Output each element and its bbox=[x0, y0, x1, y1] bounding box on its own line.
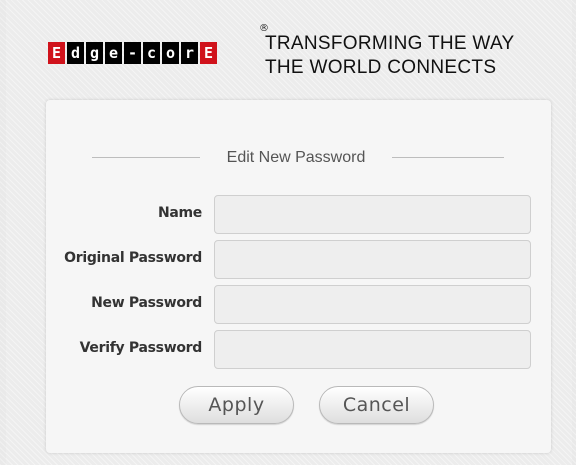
new-password-input[interactable] bbox=[214, 285, 531, 324]
page-background: E d g e - c o r E ® TRANSFORMING THE WAY… bbox=[6, 0, 572, 465]
verify-password-label: Verify Password bbox=[79, 340, 203, 356]
original-password-row: Original Password bbox=[46, 240, 551, 279]
new-password-row: New Password bbox=[46, 285, 551, 324]
verify-password-input[interactable] bbox=[214, 330, 531, 369]
legend-divider-left bbox=[92, 157, 200, 158]
edit-password-panel: Edit New Password Name Original Password… bbox=[46, 100, 551, 453]
logo-letter: e bbox=[105, 42, 122, 64]
logo-letter: E bbox=[200, 42, 217, 64]
tagline: TRANSFORMING THE WAY THE WORLD CONNECTS bbox=[265, 32, 514, 80]
header: E d g e - c o r E ® TRANSFORMING THE WAY… bbox=[48, 23, 548, 86]
logo-letter: o bbox=[162, 42, 179, 64]
edgecore-logo: E d g e - c o r E bbox=[48, 42, 217, 64]
logo-letter: c bbox=[143, 42, 160, 64]
apply-button[interactable]: Apply bbox=[179, 386, 294, 424]
verify-password-row: Verify Password bbox=[46, 330, 551, 369]
tagline-line-2: THE WORLD CONNECTS bbox=[265, 57, 497, 78]
logo-letter: E bbox=[48, 42, 65, 64]
tagline-line-1: TRANSFORMING THE WAY bbox=[265, 33, 515, 54]
name-label: Name bbox=[157, 205, 202, 221]
legend-divider-right bbox=[392, 157, 504, 158]
logo-letter: d bbox=[67, 42, 84, 64]
form-legend: Edit New Password bbox=[46, 148, 551, 168]
logo-letter: - bbox=[124, 42, 141, 64]
name-input[interactable] bbox=[214, 195, 531, 234]
new-password-label: New Password bbox=[91, 295, 202, 311]
form-legend-title: Edit New Password bbox=[226, 149, 366, 166]
original-password-input[interactable] bbox=[214, 240, 531, 279]
logo-letter: g bbox=[86, 42, 103, 64]
logo-letter: r bbox=[181, 42, 198, 64]
original-password-label: Original Password bbox=[64, 250, 202, 266]
cancel-button[interactable]: Cancel bbox=[319, 386, 434, 424]
name-row: Name bbox=[46, 195, 551, 234]
